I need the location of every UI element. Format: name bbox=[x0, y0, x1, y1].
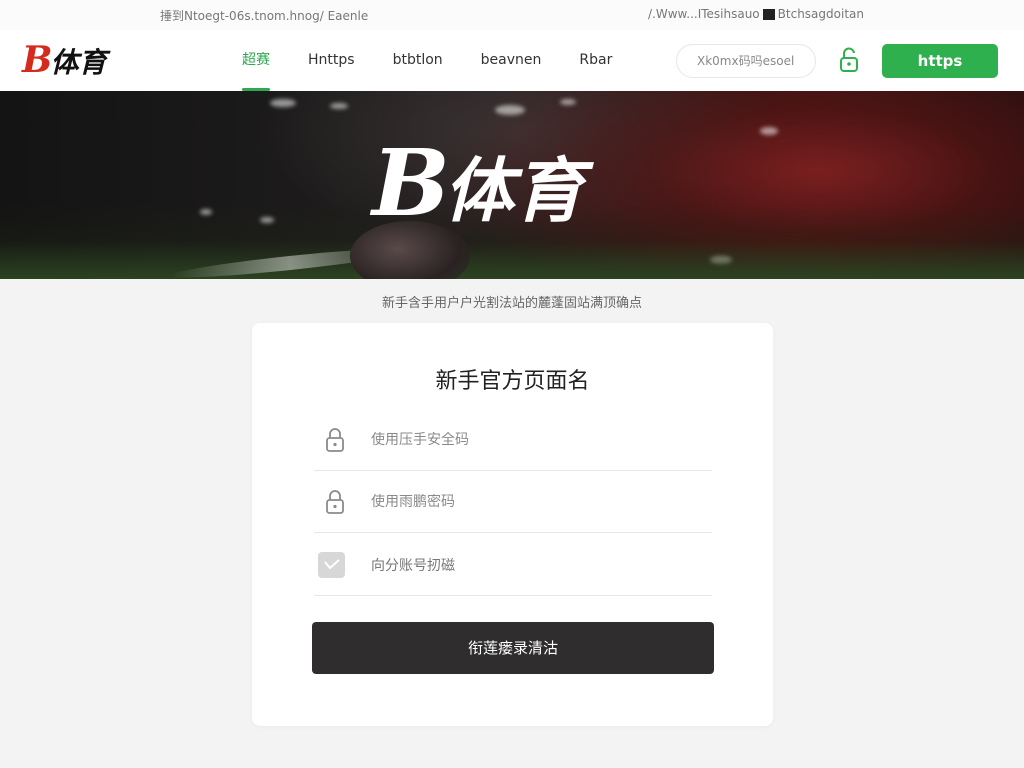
banner-logo-text: 体育 bbox=[443, 150, 584, 232]
top-right-text: /.Www...ITesihsauo Btchsagdoitan bbox=[648, 7, 864, 21]
https-button[interactable]: https bbox=[882, 44, 998, 78]
square-icon bbox=[762, 8, 775, 20]
security-code-input[interactable] bbox=[371, 431, 671, 448]
notice-text: 新手含手用户户光割法站的麓蓬固站满顶确点 bbox=[381, 296, 642, 311]
nav-item-4[interactable]: Rbar bbox=[579, 30, 612, 91]
top-right-text-b: Btchsagdoitan bbox=[777, 7, 864, 21]
logo-letter: B bbox=[22, 39, 52, 81]
unlock-icon[interactable] bbox=[838, 47, 860, 73]
nav-item-0[interactable]: 超赛 bbox=[242, 30, 270, 91]
banner-logo-letter: B bbox=[372, 129, 450, 237]
login-button[interactable]: 衔莲瘘录清沽 bbox=[312, 622, 714, 674]
remember-row: 向分账号扨磁 bbox=[314, 534, 712, 596]
password-input[interactable] bbox=[371, 493, 671, 510]
logo-text: 体育 bbox=[50, 46, 107, 79]
remember-label: 向分账号扨磁 bbox=[371, 557, 455, 574]
top-info-bar: 捶到Ntoegt-06s.tnom.hnog/ Eaenle /.Www...I… bbox=[0, 0, 1024, 30]
password-row bbox=[314, 471, 712, 533]
nav-item-1[interactable]: Hnttps bbox=[308, 30, 355, 91]
top-right-text-a: /.Www...ITesihsauo bbox=[648, 7, 760, 21]
top-left-text: 捶到Ntoegt-06s.tnom.hnog/ Eaenle bbox=[160, 9, 369, 23]
remember-checkbox[interactable] bbox=[318, 551, 345, 578]
login-card: 新手官方页面名 向分账号扨磁 衔莲瘘录清沽 bbox=[252, 323, 773, 726]
site-logo[interactable]: B 体育 bbox=[22, 41, 106, 82]
hero-banner: B 体育 bbox=[0, 91, 1024, 279]
nav-item-2[interactable]: btbtlon bbox=[393, 30, 443, 91]
banner-logo: B 体育 bbox=[372, 135, 584, 239]
pitch bbox=[0, 241, 1024, 279]
nav-item-3[interactable]: beavnen bbox=[481, 30, 542, 91]
lock-icon bbox=[323, 427, 347, 453]
main-nav: 超赛 Hnttps btbtlon beavnen Rbar bbox=[242, 30, 650, 91]
lock-icon bbox=[323, 489, 347, 515]
site-header: B 体育 超赛 Hnttps btbtlon beavnen Rbar Xk0m… bbox=[0, 30, 1024, 91]
check-icon bbox=[323, 558, 340, 569]
form-title: 新手官方页面名 bbox=[435, 369, 590, 394]
search-input[interactable]: Xk0mx码吗esoel bbox=[676, 44, 816, 78]
security-code-row bbox=[314, 409, 712, 471]
